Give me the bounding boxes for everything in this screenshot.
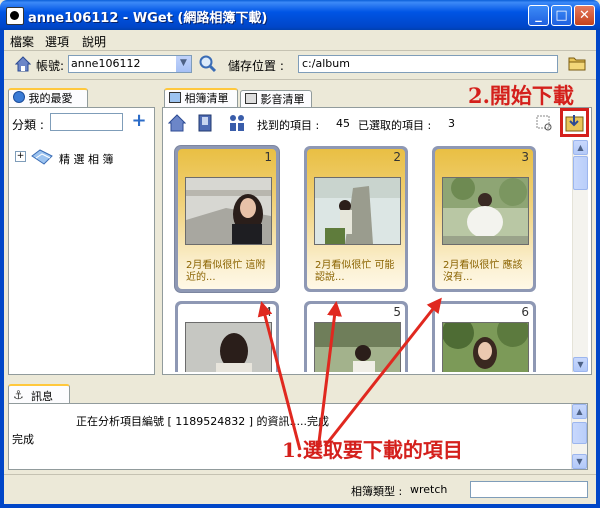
album-card-5[interactable]: 5 — [304, 301, 408, 372]
album-number: 2 — [393, 150, 401, 164]
album-scrollbar[interactable]: ▲ ▼ — [572, 140, 588, 372]
scroll-up-arrow-icon[interactable]: ▲ — [573, 140, 588, 155]
log-line-2: 完成 — [12, 433, 34, 446]
album-card-2[interactable]: 2 2月看似很忙 可能認說... — [304, 146, 408, 292]
album-thumbnail — [314, 177, 401, 245]
anchor-icon: ⚓ — [13, 388, 24, 402]
annotation-start-download: 2.開始下載 — [468, 83, 574, 108]
status-separator — [4, 474, 596, 475]
album-type-value: wretch — [410, 483, 448, 496]
select-all-icon[interactable] — [535, 114, 553, 132]
album-number: 3 — [521, 150, 529, 164]
minimize-button[interactable]: _ — [528, 5, 549, 26]
album-card-4[interactable]: 4 — [175, 301, 279, 372]
close-button[interactable]: ✕ — [574, 5, 595, 26]
found-items-count: 45 — [336, 117, 350, 130]
tab-messages[interactable]: ⚓ 訊息 — [8, 384, 70, 404]
menu-separator — [4, 50, 596, 51]
account-label: 帳號: — [36, 59, 65, 73]
menu-options[interactable]: 選項 — [45, 33, 69, 50]
window-frame-left — [0, 30, 4, 508]
album-number: 5 — [393, 305, 401, 319]
add-category-icon[interactable]: + — [131, 112, 147, 130]
album-thumbnail — [314, 322, 401, 372]
tab-favorites-label: 我的最愛 — [28, 92, 73, 105]
log-scrollbar[interactable]: ▲ ▼ — [571, 404, 587, 469]
folder-icon[interactable] — [568, 55, 586, 71]
album-type-label: 相簿類型 : — [351, 485, 403, 498]
album-number: 6 — [521, 305, 529, 319]
album-number: 4 — [264, 305, 272, 319]
tab-video-list-label: 影音清單 — [260, 93, 305, 106]
album-number: 1 — [264, 150, 272, 164]
tab-album-list[interactable]: 相簿清單 — [164, 88, 238, 108]
users-icon[interactable] — [229, 114, 245, 132]
account-value: anne106112 — [71, 57, 141, 70]
category-input[interactable] — [50, 113, 123, 131]
tab-favorites[interactable]: 我的最愛 — [8, 88, 88, 108]
window-frame-right — [596, 30, 600, 508]
annotation-select-items: 1.選取要下載的項目 — [282, 438, 463, 462]
tree-expand-icon[interactable]: + — [15, 151, 26, 162]
album-card-6[interactable]: 6 — [432, 301, 536, 372]
window-title: anne106112 - WGet (網路相簿下載) — [28, 11, 268, 26]
album-folder-icon — [31, 149, 53, 165]
log-scroll-down-icon[interactable]: ▼ — [572, 454, 587, 469]
chevron-down-icon[interactable]: ▼ — [175, 56, 191, 72]
album-card-1[interactable]: 1 2月看似很忙 這附近的... — [175, 146, 279, 292]
account-select[interactable]: anne106112 ▼ — [68, 55, 192, 73]
menu-file[interactable]: 檔案 — [10, 33, 34, 50]
app-icon — [6, 7, 24, 25]
tab-album-list-label: 相簿清單 — [184, 92, 229, 105]
search-icon[interactable] — [199, 55, 217, 73]
found-items-label: 找到的項目 : — [257, 119, 320, 132]
video-list-icon — [245, 93, 257, 104]
home-nav-icon[interactable] — [168, 114, 186, 132]
status-field — [470, 481, 588, 498]
log-line-1: 正在分析項目編號 [ 1189524832 ] 的資訊.....完成 — [76, 415, 330, 428]
scroll-thumb[interactable] — [573, 156, 588, 190]
tab-messages-label: 訊息 — [31, 390, 53, 403]
category-label: 分類 : — [12, 118, 44, 132]
album-list-icon — [169, 92, 181, 103]
tab-video-list[interactable]: 影音清單 — [240, 90, 312, 108]
home-icon[interactable] — [15, 56, 31, 72]
selected-items-count: 3 — [448, 117, 455, 130]
album-card-3[interactable]: 3 2月看似很忙 應該沒有... — [432, 146, 536, 292]
menu-help[interactable]: 說明 — [82, 33, 106, 50]
save-location-label: 儲存位置 : — [228, 59, 284, 73]
album-caption: 2月看似很忙 這附近的... — [186, 260, 266, 283]
window-frame-bottom — [0, 504, 600, 508]
scroll-down-arrow-icon[interactable]: ▼ — [573, 357, 588, 372]
album-thumbnail — [185, 177, 272, 245]
save-path-input[interactable]: c:/album — [298, 55, 558, 73]
maximize-button[interactable]: □ — [551, 5, 572, 26]
bookmark-icon[interactable] — [198, 114, 212, 132]
album-grid: 1 2月看似很忙 這附近的... 2 2月看似很忙 可能認說... 3 2月看似… — [165, 140, 570, 372]
favorites-icon — [13, 91, 25, 103]
album-thumbnail — [442, 177, 529, 245]
album-thumbnail — [185, 322, 272, 372]
tree-item-featured-albums[interactable]: 精 選 相 簿 — [59, 151, 114, 167]
log-scroll-thumb[interactable] — [572, 422, 587, 444]
album-thumbnail — [442, 322, 529, 372]
log-scroll-up-icon[interactable]: ▲ — [572, 404, 587, 419]
download-icon[interactable] — [565, 113, 584, 132]
album-caption: 2月看似很忙 應該沒有... — [443, 260, 523, 283]
album-caption: 2月看似很忙 可能認說... — [315, 260, 395, 283]
selected-items-label: 已選取的項目 : — [358, 119, 432, 132]
